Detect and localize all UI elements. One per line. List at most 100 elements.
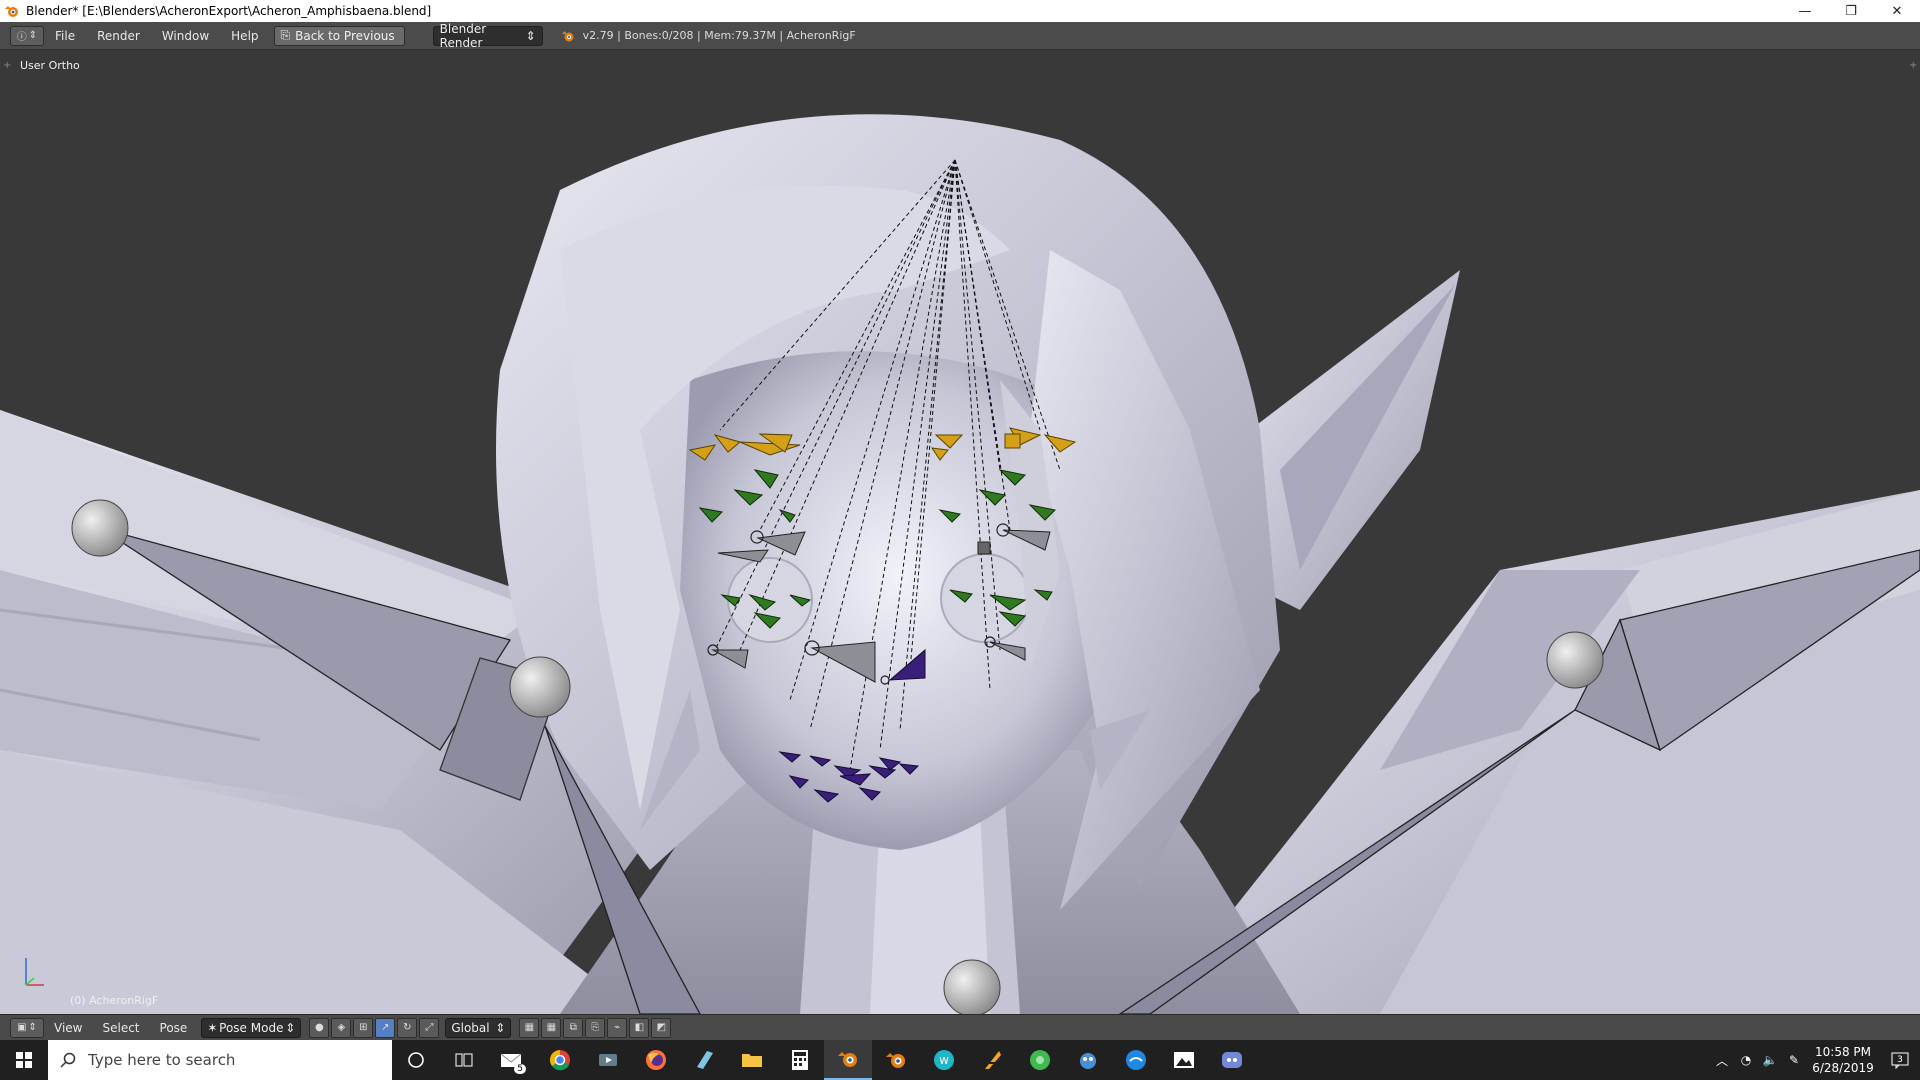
show-hidden-icons-button[interactable]: ︿ [1710, 1040, 1734, 1080]
windows-logo-icon [16, 1052, 32, 1068]
restore-button[interactable]: ❐ [1828, 0, 1874, 22]
start-button[interactable] [0, 1040, 48, 1080]
file-explorer-icon [742, 1054, 762, 1067]
editor-type-button[interactable]: ⓘ ⇕ [10, 25, 44, 46]
mail-button[interactable]: 5 [488, 1040, 536, 1080]
auto-ik-button[interactable]: ⌁ [607, 1017, 628, 1038]
paint-button[interactable] [1112, 1040, 1160, 1080]
active-object-label: (0) AcheronRigF [70, 994, 159, 1007]
menu-window[interactable]: Window [151, 22, 220, 50]
clock-time: 10:58 PM [1815, 1045, 1871, 1059]
ik-icon: ⌁ [614, 1022, 621, 1033]
menu-pose[interactable]: Pose [150, 1021, 198, 1035]
chrome-green-button[interactable] [1016, 1040, 1064, 1080]
close-button[interactable]: ✕ [1874, 0, 1920, 22]
chrome-icon [550, 1050, 570, 1071]
window-title: Blender* [E:\Blenders\AcheronExport\Ache… [26, 4, 432, 18]
transform-orientation-select[interactable]: Global ⇕ [445, 1017, 512, 1038]
system-tray: ︿ ◔ 🔈 ✎ 10:58 PM 6/28/2019 3 [1710, 1040, 1920, 1080]
taskbar-search-box[interactable]: Type here to search [48, 1040, 392, 1080]
media-icon [599, 1054, 617, 1066]
chrome-green-icon [1030, 1050, 1050, 1070]
render-engine-select[interactable]: Blender Render ⇕ [432, 22, 543, 50]
speaker-icon: 🔈 [1762, 1053, 1778, 1067]
sketch-button[interactable] [968, 1040, 1016, 1080]
minimize-icon: — [1798, 3, 1812, 19]
network-button[interactable]: ◔ [1734, 1040, 1758, 1080]
notification-count: 3 [1897, 1055, 1903, 1065]
chevron-updown-icon: ⇕ [525, 28, 536, 43]
menu-view[interactable]: View [44, 1021, 92, 1035]
3d-view-header: ▣ ⇕ View Select Pose ✶ Pose Mode ⇕ ● ◈ ⊞ … [0, 1014, 1920, 1040]
task-view-button[interactable] [440, 1040, 488, 1080]
volume-button[interactable]: 🔈 [1758, 1040, 1782, 1080]
photos-button[interactable] [1160, 1040, 1208, 1080]
manipulator-toggle-button[interactable]: ⊞ [353, 1017, 374, 1038]
chrome-button[interactable] [536, 1040, 584, 1080]
blender-taskbar-button-2[interactable] [872, 1040, 920, 1080]
editor-type-button-3d[interactable]: ▣ ⇕ [10, 1017, 44, 1038]
menu-select[interactable]: Select [92, 1021, 149, 1035]
discord-button[interactable] [1208, 1040, 1256, 1080]
wing-joint-right [1546, 631, 1604, 689]
rotate-manipulator-button[interactable]: ↻ [397, 1017, 418, 1038]
interaction-mode-select[interactable]: ✶ Pose Mode ⇕ [201, 1017, 302, 1038]
viewport-scene[interactable] [0, 50, 1920, 1014]
translate-manipulator-button[interactable]: ↗ [375, 1017, 396, 1038]
back-to-previous-button[interactable]: ⎘ Back to Previous [273, 25, 405, 46]
menu-file[interactable]: File [44, 22, 86, 50]
notepad-icon [697, 1051, 713, 1069]
menu-help[interactable]: Help [220, 22, 269, 50]
cortana-button[interactable] [392, 1040, 440, 1080]
blender-icon [838, 1052, 857, 1067]
firefox-button[interactable] [632, 1040, 680, 1080]
viewport-shading-button[interactable]: ● [309, 1017, 330, 1038]
wing-joint-left-2 [509, 656, 571, 718]
scale-manipulator-button[interactable]: ⤢ [419, 1017, 440, 1038]
pose-mode-icon: ✶ [207, 1020, 218, 1035]
layers-grid-button[interactable]: ▦ [519, 1017, 540, 1038]
file-explorer-button[interactable] [728, 1040, 776, 1080]
app-button[interactable] [1064, 1040, 1112, 1080]
close-icon: ✕ [1891, 3, 1903, 19]
3d-view-icon: ▣ [17, 1022, 27, 1033]
render-icon: ◧ [634, 1022, 645, 1033]
wattpad-icon: w [934, 1050, 954, 1070]
wifi-icon: ◔ [1740, 1053, 1752, 1067]
search-icon [60, 1052, 76, 1068]
shading-solid-icon: ● [314, 1022, 324, 1033]
notepad-button[interactable] [680, 1040, 728, 1080]
rotate-icon: ↻ [403, 1022, 412, 1033]
pen-button[interactable]: ✎ [1782, 1040, 1806, 1080]
action-center-button[interactable]: 3 [1880, 1040, 1920, 1080]
toolshelf-toggle-icon[interactable]: + [3, 61, 11, 71]
windows-taskbar: Type here to search 5 w ︿ ◔ 🔈 ✎ 10:58 PM… [0, 1040, 1920, 1080]
menu-render[interactable]: Render [86, 22, 151, 50]
task-view-icon [455, 1053, 473, 1067]
back-to-previous-label: Back to Previous [295, 28, 395, 43]
pivot-point-button[interactable]: ◈ [331, 1017, 352, 1038]
paste-pose-button[interactable]: ⎘ [585, 1017, 606, 1038]
blender-taskbar-button[interactable] [824, 1040, 872, 1080]
app-icon [1080, 1053, 1096, 1069]
bone-layers-button[interactable]: ▦ [541, 1017, 562, 1038]
minimize-button[interactable]: — [1782, 0, 1828, 22]
chevron-updown-icon: ⇕ [28, 30, 38, 41]
scale-icon: ⤢ [425, 1022, 434, 1033]
info-header: ⓘ ⇕ File Render Window Help ⎘ Back to Pre… [0, 22, 1920, 50]
paste-icon: ⎘ [591, 1022, 600, 1033]
interaction-mode-value: Pose Mode [219, 1020, 284, 1035]
media-button[interactable] [584, 1040, 632, 1080]
calculator-button[interactable] [776, 1040, 824, 1080]
chevron-updown-icon: ⇕ [285, 1020, 296, 1035]
properties-toggle-icon[interactable]: + [1909, 61, 1917, 71]
taskbar-clock[interactable]: 10:58 PM 6/28/2019 [1806, 1044, 1880, 1076]
render-button[interactable]: ◧ [629, 1017, 650, 1038]
mail-badge: 5 [514, 1064, 526, 1074]
wattpad-button[interactable]: w [920, 1040, 968, 1080]
view-mode-label: User Ortho [20, 59, 80, 72]
copy-pose-button[interactable]: ⧉ [563, 1017, 584, 1038]
sketch-icon [985, 1051, 1001, 1069]
opengl-render-button[interactable]: ◩ [651, 1017, 672, 1038]
3d-viewport[interactable]: User Ortho (0) AcheronRigF + + [0, 50, 1920, 1014]
